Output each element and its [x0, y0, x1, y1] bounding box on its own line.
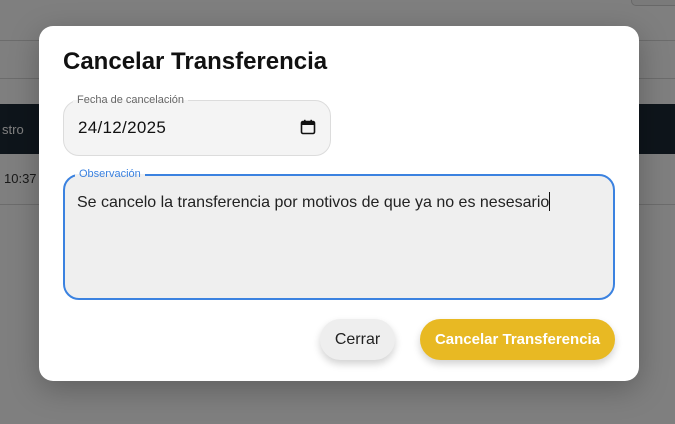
cancellation-date-value[interactable]: 24/12/2025 [78, 118, 166, 138]
observation-label: Observación [75, 167, 145, 181]
dialog-title: Cancelar Transferencia [63, 48, 328, 75]
cancellation-date-label: Fecha de cancelación [73, 93, 189, 107]
observation-textarea[interactable]: Se cancelo la transferencia por motivos … [77, 192, 551, 212]
close-button[interactable]: Cerrar [320, 319, 395, 360]
calendar-icon[interactable] [300, 119, 316, 135]
cancellation-date-field[interactable]: Fecha de cancelación 24/12/2025 [63, 93, 331, 156]
observation-text: Se cancelo la transferencia por motivos … [77, 194, 550, 211]
cancel-transfer-button[interactable]: Cancelar Transferencia [420, 319, 615, 360]
text-caret [549, 192, 551, 211]
cancel-transfer-dialog: Cancelar Transferencia Fecha de cancelac… [39, 26, 639, 381]
observation-field[interactable]: Observación Se cancelo la transferencia … [63, 167, 615, 300]
